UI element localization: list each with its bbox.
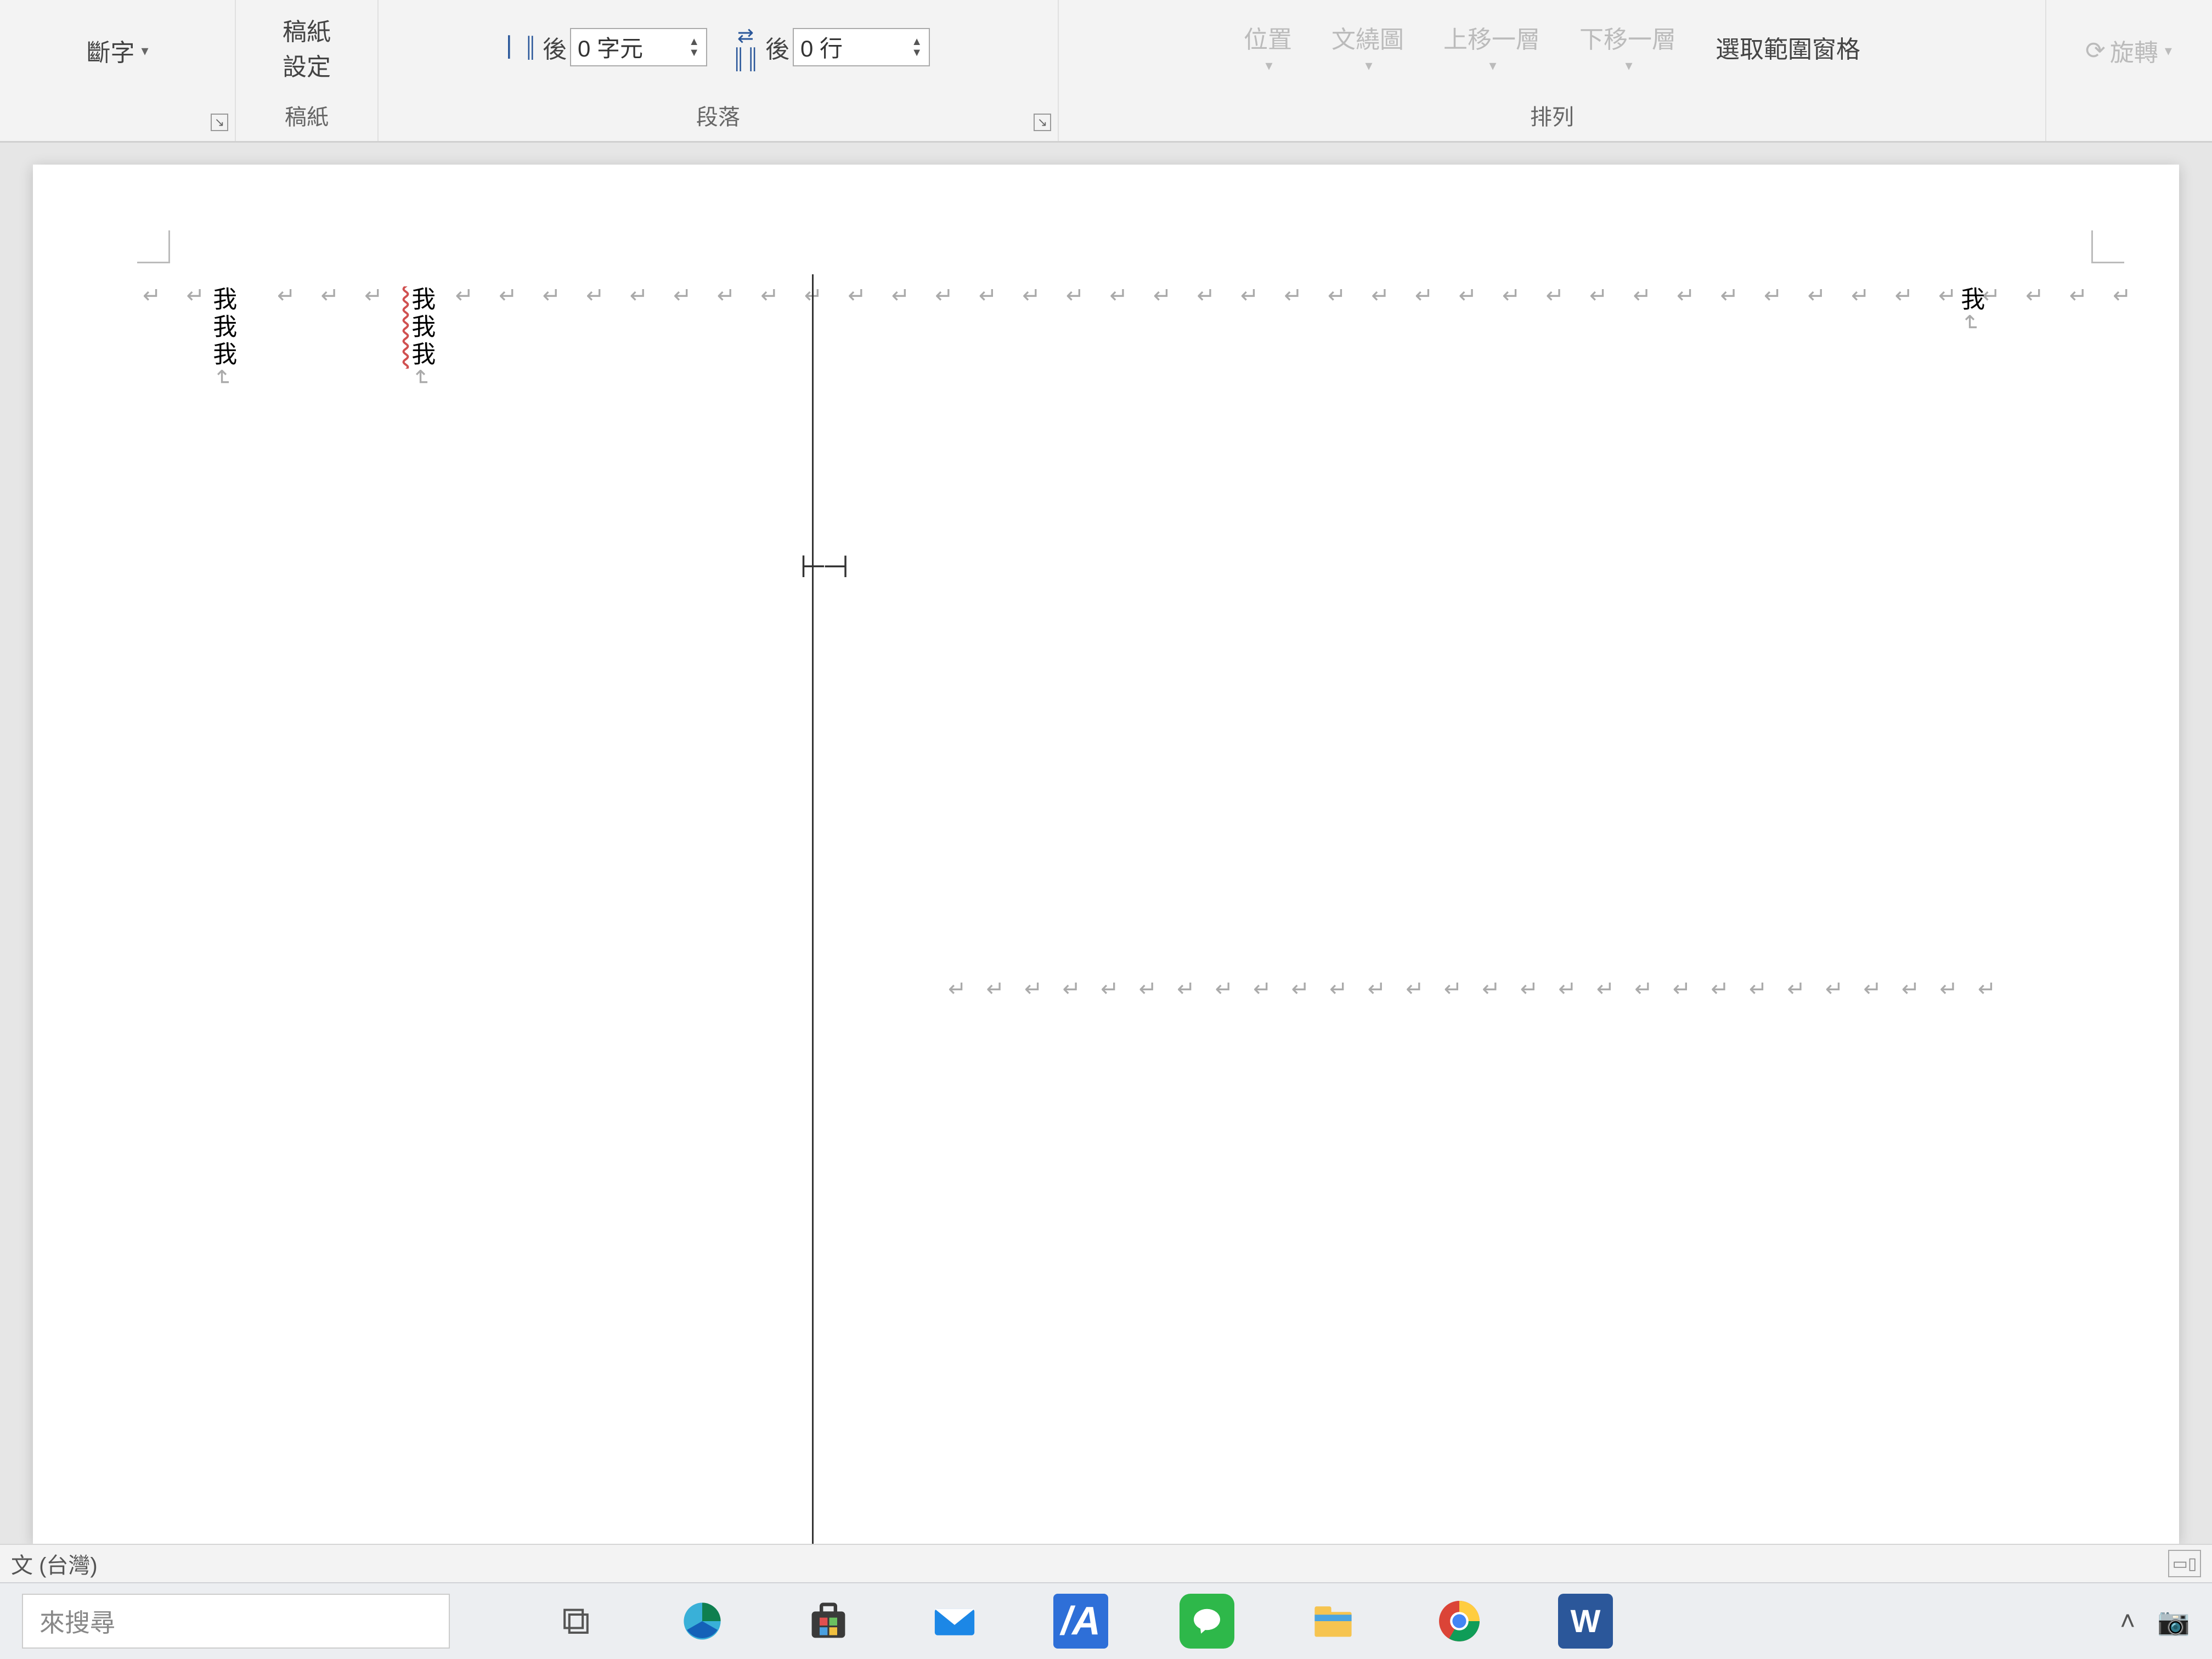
group-manuscript-label: 稿紙 (285, 94, 329, 141)
selection-pane-label: 選取範圍窗格 (1716, 30, 1860, 65)
store-icon[interactable] (801, 1594, 856, 1649)
backward-label: 下移一層 (1579, 20, 1676, 55)
hyphenation-label: 斷字 (86, 33, 134, 68)
indent-icon: ▏║ (506, 36, 539, 59)
hyphenation-button[interactable]: 斷字 ▾ (84, 31, 150, 70)
position-label: 位置 (1244, 20, 1292, 55)
shape-handle-icon[interactable]: ⊢⊣ (800, 549, 845, 585)
taskbar: 來搜尋 ⧉ /A W ˄ 📷 (0, 1582, 2212, 1659)
group-paragraph-label: 段落 (696, 94, 740, 141)
manuscript-settings-button[interactable]: 稿紙 設定 (279, 9, 334, 86)
mail-icon[interactable] (927, 1594, 982, 1649)
wrap-label: 文繞圖 (1331, 20, 1404, 55)
spacing-after-value: 0 行 (800, 30, 843, 64)
task-view-icon[interactable]: ⧉ (549, 1594, 603, 1649)
spacing-after-control: ⇄║║ 後 0 行 ▲▼ (729, 24, 930, 70)
document-text-column-3[interactable]: 我↵ (1957, 286, 1983, 336)
ribbon: 斷字 ▾ ↘ 稿紙 設定 稿紙 ▏║ 後 0 字元 ▲▼ (0, 0, 2212, 143)
spacing-after-input[interactable]: 0 行 ▲▼ (793, 28, 930, 66)
status-language[interactable]: 文 (台灣) (11, 1548, 98, 1579)
manuscript-settings-label: 稿紙 設定 (283, 12, 331, 82)
chevron-down-icon: ▾ (1625, 57, 1632, 74)
chevron-down-icon: ▾ (1489, 57, 1496, 74)
tray-meet-now-icon[interactable]: 📷 (2157, 1606, 2190, 1637)
indent-after-value: 0 字元 (578, 30, 643, 64)
forward-label: 上移一層 (1443, 20, 1540, 55)
app-a-icon[interactable]: /A (1053, 1594, 1108, 1649)
chevron-down-icon: ▾ (1265, 57, 1272, 74)
file-explorer-icon[interactable] (1306, 1594, 1361, 1649)
paragraph-dialog-launcher[interactable]: ↘ (1034, 114, 1051, 131)
wrap-text-button: 文繞圖 ▾ (1328, 16, 1407, 77)
spinner-arrows-icon[interactable]: ▲▼ (911, 36, 922, 58)
group-arrange-label: 排列 (1530, 94, 1574, 141)
rotate-label: 旋轉 (2110, 33, 2158, 68)
chevron-down-icon: ▾ (141, 42, 148, 59)
ribbon-group-paragraph: ▏║ 後 0 字元 ▲▼ ⇄║║ 後 0 行 ▲▼ 段落 ↘ (379, 0, 1059, 141)
status-bar-right: ▭▯ (2168, 1550, 2201, 1577)
status-bar: 文 (台灣) ▭▯ (0, 1544, 2212, 1582)
paragraph-marks-mid: ↵↵↵↵↵↵↵ ↵↵↵↵↵↵↵ ↵↵↵↵↵↵↵ ↵↵↵↵↵↵↵ (948, 977, 2113, 1002)
indent-after-label: 後 (543, 30, 567, 65)
document-text-column-2[interactable]: 我我我↵ (408, 286, 433, 391)
page-setup-dialog-launcher[interactable]: ↘ (211, 114, 228, 131)
chevron-down-icon: ▾ (2165, 42, 2172, 59)
document-area: ↵↵我↵↵↵ 我↵↵↵↵↵ ↵↵↵↵↵↵↵ ↵↵↵↵↵↵↵ ↵↵↵↵↵↵↵ ↵↵… (0, 143, 2212, 1544)
read-mode-button[interactable]: ▭▯ (2168, 1550, 2201, 1577)
indent-after-input[interactable]: 0 字元 ▲▼ (570, 28, 707, 66)
margin-corner-icon (137, 230, 170, 263)
tray-expand-icon[interactable]: ˄ (2120, 1606, 2135, 1637)
search-placeholder: 來搜尋 (40, 1603, 115, 1639)
chrome-icon[interactable] (1432, 1594, 1487, 1649)
margin-corner-icon (2091, 230, 2124, 263)
ribbon-group-arrange: 位置 ▾ 文繞圖 ▾ 上移一層 ▾ 下移一層 ▾ 選取範圍窗格 排列 (1059, 0, 2046, 141)
word-icon[interactable]: W (1558, 1594, 1613, 1649)
document-text-column-1[interactable]: 我我我↵ (210, 286, 235, 391)
rotate-button: ⟳ 旋轉 ▾ (2083, 31, 2174, 70)
paragraph-marks-top: ↵↵我↵↵↵ 我↵↵↵↵↵ ↵↵↵↵↵↵↵ ↵↵↵↵↵↵↵ ↵↵↵↵↵↵↵ ↵↵… (143, 283, 2113, 315)
system-tray: ˄ 📷 (2120, 1606, 2190, 1637)
selection-pane-button[interactable]: 選取範圍窗格 (1712, 26, 1864, 68)
position-button: 位置 ▾ (1240, 16, 1295, 77)
spinner-arrows-icon[interactable]: ▲▼ (689, 36, 699, 58)
edge-icon[interactable] (675, 1594, 730, 1649)
spacing-icon: ⇄║║ (729, 24, 762, 70)
document-page[interactable]: ↵↵我↵↵↵ 我↵↵↵↵↵ ↵↵↵↵↵↵↵ ↵↵↵↵↵↵↵ ↵↵↵↵↵↵↵ ↵↵… (33, 165, 2179, 1544)
taskbar-icons: ⧉ /A W (549, 1594, 1613, 1649)
indent-after-control: ▏║ 後 0 字元 ▲▼ (506, 28, 707, 66)
spacing-after-label: 後 (765, 30, 789, 65)
chevron-down-icon: ▾ (1365, 57, 1372, 74)
ribbon-group-manuscript: 稿紙 設定 稿紙 (236, 0, 379, 141)
ribbon-group-rotate: ⟳ 旋轉 ▾ (2046, 0, 2211, 141)
taskbar-search-input[interactable]: 來搜尋 (22, 1594, 450, 1649)
group-label-blank2 (2125, 101, 2131, 141)
group-label-blank (114, 101, 120, 141)
rotate-icon: ⟳ (2085, 37, 2106, 65)
send-backward-button: 下移一層 ▾ (1576, 16, 1679, 77)
bring-forward-button: 上移一層 ▾ (1440, 16, 1543, 77)
line-icon[interactable] (1180, 1594, 1234, 1649)
ribbon-group-page-setup: 斷字 ▾ ↘ (0, 0, 236, 141)
vertical-shape-line[interactable] (812, 274, 814, 1544)
